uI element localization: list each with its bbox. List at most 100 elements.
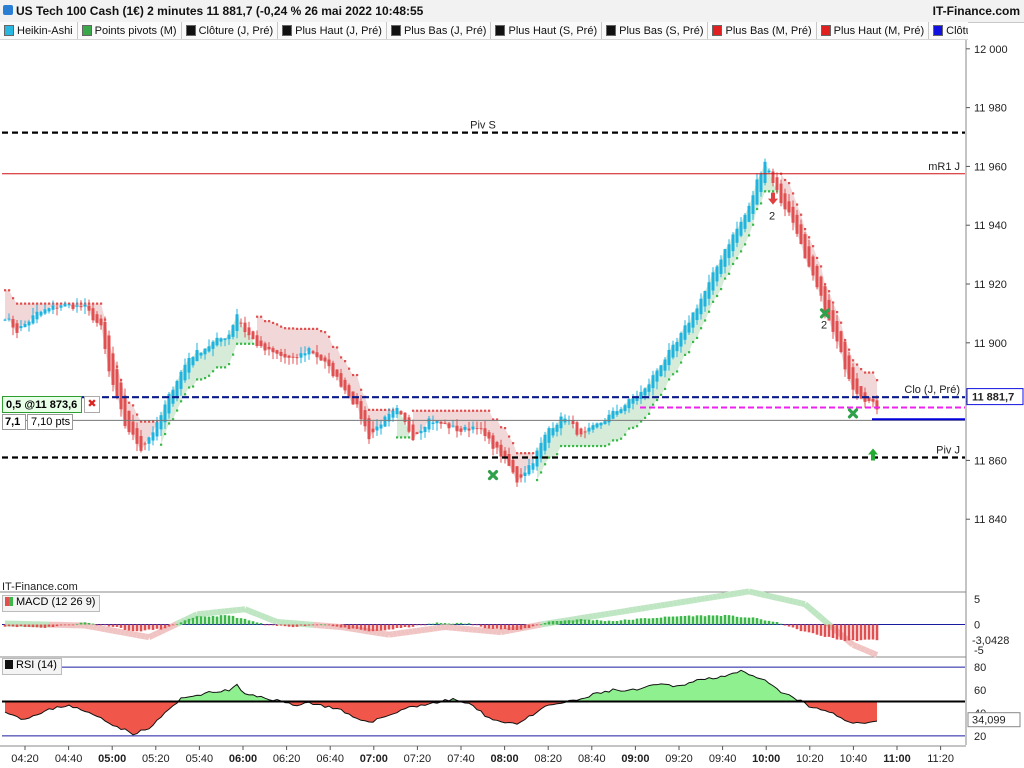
close-order-icon[interactable]: ✖	[84, 396, 100, 413]
stop-dot	[524, 452, 527, 455]
stop-dot	[648, 412, 651, 415]
macd-bar	[159, 624, 163, 630]
legend-label: Plus Bas (S, Pré)	[619, 24, 704, 37]
candle-body	[847, 355, 851, 379]
candle-body	[619, 409, 623, 413]
order-panel: 0,5 @11 873,6 ✖ 7,1 7,10 pts	[2, 396, 102, 432]
macd-signal-segment	[124, 629, 130, 637]
macd-bar	[559, 620, 563, 625]
macd-bar	[723, 614, 727, 625]
macd-bar	[47, 624, 51, 627]
stop-dot	[756, 207, 759, 211]
legend-item[interactable]: Plus Haut (M, Pré)	[817, 22, 930, 39]
macd-bar	[419, 624, 423, 626]
legend-item[interactable]: Heikin-Ashi	[0, 22, 78, 39]
stop-dot	[400, 436, 403, 439]
macd-signal-segment	[847, 639, 855, 648]
candle-body	[203, 348, 207, 355]
macd-bar	[247, 620, 251, 625]
macd-bar	[223, 615, 227, 625]
stop-dot	[324, 331, 327, 334]
legend-item[interactable]: Plus Bas (S, Pré)	[602, 22, 709, 39]
candle-body	[483, 428, 487, 436]
macd-bar	[367, 624, 371, 632]
candle-body	[83, 304, 87, 307]
stop-dot	[280, 325, 283, 328]
stop-dot	[744, 243, 747, 246]
candle-body	[755, 179, 759, 205]
macd-signal-segment	[396, 630, 402, 637]
macd-title[interactable]: MACD (12 26 9)	[2, 595, 101, 612]
stop-dot	[236, 342, 239, 345]
stop-dot	[440, 409, 443, 412]
legend-label: Plus Bas (J, Pré)	[403, 24, 487, 37]
legend-label: Plus Haut (M, Pré)	[833, 24, 925, 37]
candle-body	[95, 314, 99, 323]
legend-swatch-icon	[390, 25, 401, 36]
candle-body	[459, 428, 463, 432]
legend-item[interactable]: Points pivots (M)	[78, 22, 182, 39]
macd-bar	[39, 624, 43, 628]
candle-body	[423, 426, 427, 433]
level-label: Piv J	[936, 444, 960, 456]
app-icon	[3, 5, 13, 15]
stop-dot	[356, 373, 359, 377]
macd-signal-segment	[144, 633, 150, 641]
legend-item[interactable]: Clôture (J)	[929, 22, 968, 39]
order-quantity[interactable]: 7,1	[2, 414, 26, 430]
macd-bar	[211, 615, 215, 625]
macd-bar	[787, 624, 791, 627]
stop-dot	[376, 408, 379, 411]
macd-signal-segment	[819, 615, 827, 624]
macd-signal-segment	[811, 608, 819, 617]
macd-bar	[527, 624, 531, 628]
macd-bar	[411, 624, 415, 627]
macd-signal-segment	[420, 626, 426, 634]
candle-body	[591, 425, 595, 430]
macd-bar	[15, 624, 19, 628]
macd-bar	[471, 624, 475, 626]
stop-dot	[200, 378, 203, 381]
stop-dot	[836, 310, 839, 314]
time-tick-label: 05:00	[98, 753, 126, 765]
stop-dot	[228, 362, 231, 366]
order-label[interactable]: 0,5 @11 873,6	[2, 396, 82, 413]
macd-signal-segment	[572, 615, 578, 623]
macd-signal-segment	[155, 628, 163, 637]
candle-body	[147, 437, 151, 444]
stop-dot	[720, 287, 723, 291]
legend-item[interactable]: Plus Bas (J, Pré)	[387, 22, 492, 39]
macd-signal-segment	[712, 593, 718, 601]
legend-item[interactable]: Plus Haut (S, Pré)	[491, 22, 603, 39]
macd-bar	[143, 624, 147, 631]
macd-bar	[315, 624, 319, 626]
macd-bar	[175, 623, 179, 625]
macd-signal-segment	[851, 642, 859, 650]
rsi-title[interactable]: RSI (14)	[2, 658, 62, 675]
macd-bar	[875, 624, 879, 641]
macd-bar	[523, 624, 527, 629]
stop-dot	[20, 302, 23, 305]
macd-bar	[767, 620, 771, 625]
macd-bar	[615, 621, 619, 625]
time-tick-label: 09:40	[709, 753, 737, 765]
candle-body	[647, 384, 651, 392]
stop-dot	[764, 190, 767, 193]
candle-body	[759, 173, 763, 193]
legend-item[interactable]: Plus Bas (M, Pré)	[708, 22, 817, 39]
chart-canvas[interactable]: Piv S mR1 J Clo (J, Pré) Piv J 2 2 12 000 11 98…	[0, 0, 1024, 768]
stop-dot	[136, 413, 139, 416]
candle-body	[651, 375, 655, 389]
macd-signal-segment	[736, 589, 742, 597]
candle-body	[27, 321, 31, 326]
macd-bar	[743, 617, 747, 625]
legend-item[interactable]: Clôture (J, Pré)	[182, 22, 279, 39]
stop-dot	[436, 409, 439, 412]
macd-signal-segment	[616, 608, 622, 616]
stop-dot	[132, 404, 135, 407]
legend-item[interactable]: Plus Haut (J, Pré)	[278, 22, 387, 39]
stop-dot	[724, 277, 727, 280]
order-points[interactable]: 7,10 pts	[27, 414, 73, 430]
stop-dot	[672, 373, 675, 376]
stop-dot	[8, 289, 11, 292]
